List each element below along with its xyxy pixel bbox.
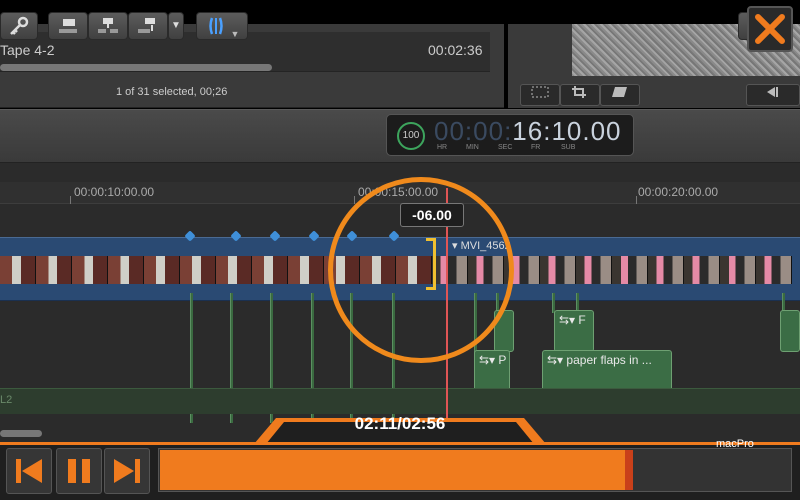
insert-clip-button[interactable]: [88, 12, 128, 40]
connected-clip-label: paper flaps in ...: [566, 353, 652, 367]
connected-clip-label: F: [578, 313, 586, 327]
tool-menu-button[interactable]: ▼: [196, 12, 248, 40]
connected-clip[interactable]: ⇆▾ P: [474, 350, 510, 392]
tc-label-fr: FR: [531, 144, 541, 151]
timeline-scrollbar[interactable]: [0, 430, 42, 437]
filmstrip-frame: [108, 256, 144, 284]
connected-clip[interactable]: [780, 310, 800, 352]
tc-label-sec: SEC: [498, 144, 513, 151]
close-icon: [755, 14, 785, 44]
pause-button[interactable]: [56, 448, 102, 494]
timecode-display: 00:00:16:10.00: [434, 116, 622, 147]
player-time: 02:11/02:56: [354, 414, 446, 433]
filmstrip-frame: [540, 256, 576, 284]
ruler-tick: [636, 196, 637, 204]
highlight-circle: [328, 177, 514, 363]
skip-back-button[interactable]: [6, 448, 52, 494]
skip-back-icon: [16, 459, 42, 483]
browser-status: 1 of 31 selected, 00;26: [116, 86, 228, 98]
filmstrip-frame: [612, 256, 648, 284]
connect-clip-button[interactable]: [48, 12, 88, 40]
clip-duration: 00:02:36: [428, 42, 483, 58]
key-icon: [10, 16, 29, 35]
skip-forward-button[interactable]: [104, 448, 150, 494]
connected-clip[interactable]: ⇆▾ paper flaps in ...: [542, 350, 672, 392]
ruler-label: 00:00:20:00.00: [638, 185, 719, 199]
connect-clip-icon: [59, 19, 77, 33]
connected-clip[interactable]: ⇆▾ F: [554, 310, 594, 352]
filmstrip-frame: [216, 256, 252, 284]
ruler-label: 00:00:10:00.00: [74, 185, 155, 199]
distort-button[interactable]: [600, 84, 640, 106]
clip-name: Tape 4-2: [0, 42, 55, 58]
filmstrip-frame: [252, 256, 288, 284]
filmstrip-frame: [576, 256, 612, 284]
filmstrip-frame: [648, 256, 684, 284]
tc-label-sub: SUB: [561, 144, 576, 151]
filmstrip-frame: [288, 256, 324, 284]
connected-clip-label: P: [498, 353, 507, 367]
keyword-button[interactable]: [0, 12, 38, 40]
ruler-tick: [70, 196, 71, 204]
filmstrip-frame: [684, 256, 720, 284]
filmstrip-frame: [72, 256, 108, 284]
close-button[interactable]: [747, 6, 793, 52]
insert-clip-icon: [98, 18, 118, 33]
edit-options-dropdown[interactable]: ▼: [168, 12, 184, 40]
progress-fill: [160, 450, 633, 490]
filmstrip-frame: [720, 256, 756, 284]
tc-label-min: MIN: [466, 144, 479, 151]
browser-scrollbar[interactable]: [0, 64, 272, 71]
crop-icon: [572, 86, 586, 98]
chevron-down-icon: ▼: [171, 20, 181, 31]
filmstrip-frame: [144, 256, 180, 284]
audio-lane-label: L2: [0, 394, 13, 406]
chevron-down-icon: ▼: [230, 29, 240, 39]
background-task-indicator[interactable]: 100: [397, 122, 425, 150]
task-percent: 100: [402, 130, 420, 141]
append-clip-icon: [138, 18, 155, 33]
filmstrip-frame: [756, 256, 792, 284]
append-clip-button[interactable]: [128, 12, 168, 40]
pause-icon: [68, 459, 90, 483]
progress-handle[interactable]: [625, 450, 633, 490]
distort-icon: [612, 87, 627, 97]
skip-forward-icon: [114, 459, 140, 483]
filmstrip-frame: [180, 256, 216, 284]
watermark: macPro: [716, 438, 754, 450]
audio-lane[interactable]: [0, 388, 800, 414]
transform-button[interactable]: [520, 84, 560, 106]
crop-button[interactable]: [560, 84, 600, 106]
blade-tool-icon: [208, 17, 223, 35]
transform-icon: [531, 86, 549, 98]
play-reverse-button[interactable]: [746, 84, 800, 106]
filmstrip-frame: [0, 256, 36, 284]
filmstrip-frame: [36, 256, 72, 284]
tc-label-hr: HR: [437, 144, 448, 151]
timecode-lit-digits: 16:10.00: [512, 116, 622, 146]
rewind-icon: [767, 87, 778, 97]
timecode-dim-digits: 00:00:: [434, 116, 513, 146]
